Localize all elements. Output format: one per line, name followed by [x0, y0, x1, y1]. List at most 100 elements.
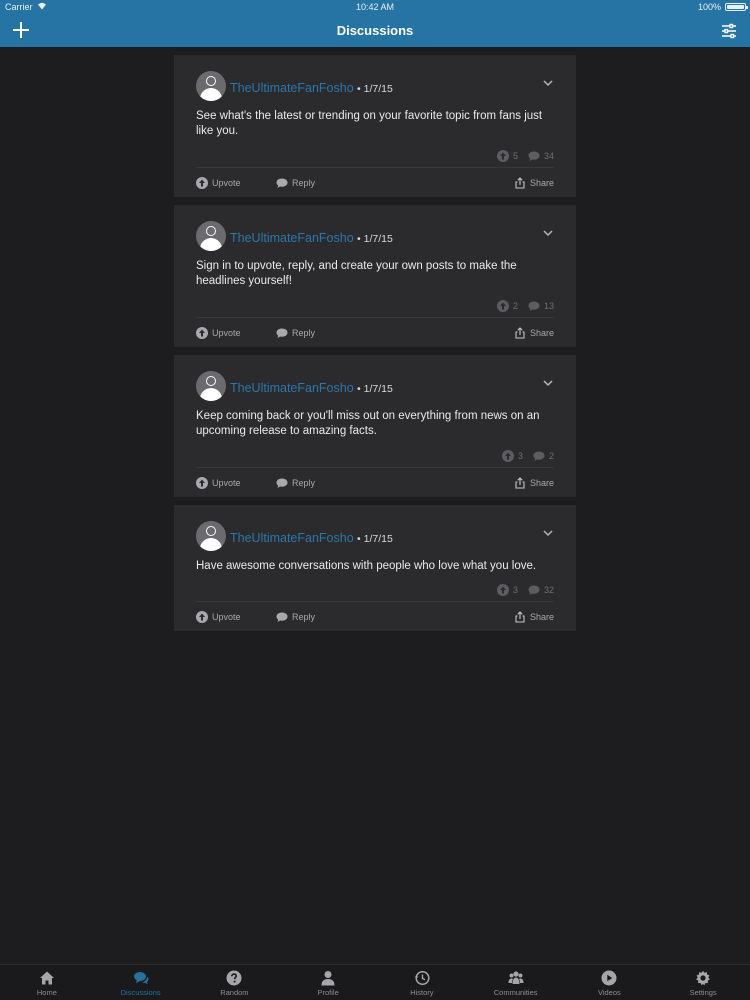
tab-videos[interactable]: Videos — [563, 965, 657, 1000]
reply-button[interactable]: Reply — [276, 477, 315, 489]
post-date: • 1/7/15 — [357, 83, 393, 95]
chevron-down-icon[interactable] — [542, 377, 554, 389]
share-button[interactable]: Share — [514, 327, 554, 339]
reply-label: Reply — [292, 178, 316, 188]
post-text: See what's the latest or trending on you… — [196, 110, 543, 137]
reply-icon — [276, 478, 288, 488]
reply-button[interactable]: Reply — [276, 611, 315, 623]
tab-communities[interactable]: Communities — [469, 965, 563, 1000]
upvote-label: Upvote — [212, 478, 241, 488]
tab-random[interactable]: Random — [188, 965, 282, 1000]
post-date: • 1/7/15 — [357, 533, 393, 545]
comment-count-icon — [533, 451, 545, 461]
post-card: TheUltimateFanFosho • 1/7/15 Keep coming… — [174, 355, 576, 497]
post-stats: 5 34 — [196, 143, 554, 167]
comment-count-icon — [528, 151, 540, 161]
chevron-down-icon[interactable] — [542, 527, 554, 539]
upvote-count-icon — [496, 150, 509, 162]
upvote-label: Upvote — [212, 328, 241, 338]
upvote-button[interactable]: Upvote — [196, 327, 241, 339]
user-avatar[interactable] — [196, 71, 226, 101]
tab-bar: Home Discussions Random Profile History … — [0, 964, 750, 1000]
gear-icon — [696, 970, 711, 986]
battery-icon — [725, 3, 748, 11]
post-date: • 1/7/15 — [357, 383, 393, 395]
post-stats: 3 32 — [196, 577, 554, 601]
comment-count: 2 — [548, 451, 554, 461]
share-label: Share — [529, 478, 554, 488]
reply-icon — [276, 178, 288, 188]
play-icon — [601, 970, 617, 986]
tab-label: History — [410, 988, 434, 997]
reply-button[interactable]: Reply — [276, 327, 315, 339]
comment-count-icon — [528, 301, 540, 311]
share-button[interactable]: Share — [514, 177, 554, 189]
post-stats: 2 13 — [196, 293, 554, 317]
tab-history[interactable]: History — [375, 965, 469, 1000]
tab-profile[interactable]: Profile — [281, 965, 375, 1000]
user-avatar[interactable] — [196, 521, 226, 551]
upvote-count-icon — [501, 450, 514, 462]
tab-label: Videos — [597, 988, 621, 997]
post-stats: 3 2 — [196, 443, 554, 467]
upvote-button[interactable]: Upvote — [196, 611, 241, 623]
chevron-down-icon[interactable] — [542, 77, 554, 89]
post-username[interactable]: TheUltimateFanFosho — [230, 81, 354, 95]
upvote-icon — [196, 177, 208, 189]
post-text: Sign in to upvote, reply, and create you… — [196, 260, 517, 287]
tab-label: Home — [36, 988, 57, 997]
reply-icon — [276, 328, 288, 338]
group-icon — [508, 971, 524, 984]
tab-label: Communities — [493, 988, 538, 997]
post-username[interactable]: TheUltimateFanFosho — [230, 381, 354, 395]
share-icon — [515, 611, 525, 623]
post-date: • 1/7/15 — [357, 233, 393, 245]
discussion-feed: TheUltimateFanFosho • 1/7/15 See what's … — [174, 55, 576, 639]
reply-button[interactable]: Reply — [276, 177, 315, 189]
comment-count: 34 — [543, 151, 554, 161]
tab-label: Settings — [689, 988, 717, 997]
upvote-count: 5 — [512, 151, 518, 161]
share-label: Share — [529, 328, 554, 338]
tab-discussions[interactable]: Discussions — [94, 965, 188, 1000]
upvote-button[interactable]: Upvote — [196, 177, 241, 189]
user-avatar[interactable] — [196, 371, 226, 401]
post-card: TheUltimateFanFosho • 1/7/15 Have awesom… — [174, 505, 576, 631]
tab-settings[interactable]: Settings — [656, 965, 750, 1000]
post-text: Keep coming back or you'll miss out on e… — [196, 410, 540, 437]
post-username[interactable]: TheUltimateFanFosho — [230, 531, 354, 545]
share-button[interactable]: Share — [514, 611, 554, 623]
page-title: Discussions — [336, 23, 414, 38]
comment-count-icon — [528, 585, 540, 595]
upvote-count: 2 — [512, 301, 518, 311]
upvote-count: 3 — [517, 451, 523, 461]
upvote-icon — [196, 477, 208, 489]
post-username[interactable]: TheUltimateFanFosho — [230, 231, 354, 245]
upvote-count-icon — [496, 300, 509, 312]
home-icon — [39, 971, 54, 985]
tab-label: Profile — [317, 988, 339, 997]
status-bar: Carrier 10:42 AM 100% — [0, 0, 750, 14]
share-button[interactable]: Share — [514, 477, 554, 489]
clock-icon — [414, 970, 430, 986]
post-card: TheUltimateFanFosho • 1/7/15 Sign in to … — [174, 205, 576, 347]
comment-count: 13 — [543, 301, 554, 311]
tab-home[interactable]: Home — [0, 965, 94, 1000]
upvote-count: 3 — [512, 585, 518, 595]
upvote-button[interactable]: Upvote — [196, 477, 241, 489]
filter-sliders-icon[interactable] — [720, 22, 738, 40]
question-icon — [226, 970, 242, 986]
share-icon — [515, 477, 525, 489]
upvote-icon — [196, 611, 208, 623]
person-icon — [321, 971, 335, 986]
reply-label: Reply — [292, 328, 316, 338]
tab-label: Discussions — [120, 988, 161, 997]
chevron-down-icon[interactable] — [542, 227, 554, 239]
post-card: TheUltimateFanFosho • 1/7/15 See what's … — [174, 55, 576, 197]
post-text: Have awesome conversations with people w… — [196, 560, 537, 572]
upvote-label: Upvote — [212, 178, 241, 188]
nav-bar: Carrier 10:42 AM 100% Discussions — [0, 0, 750, 47]
comment-count: 32 — [543, 585, 554, 595]
user-avatar[interactable] — [196, 221, 226, 251]
clock-time: 10:42 AM — [355, 2, 395, 12]
